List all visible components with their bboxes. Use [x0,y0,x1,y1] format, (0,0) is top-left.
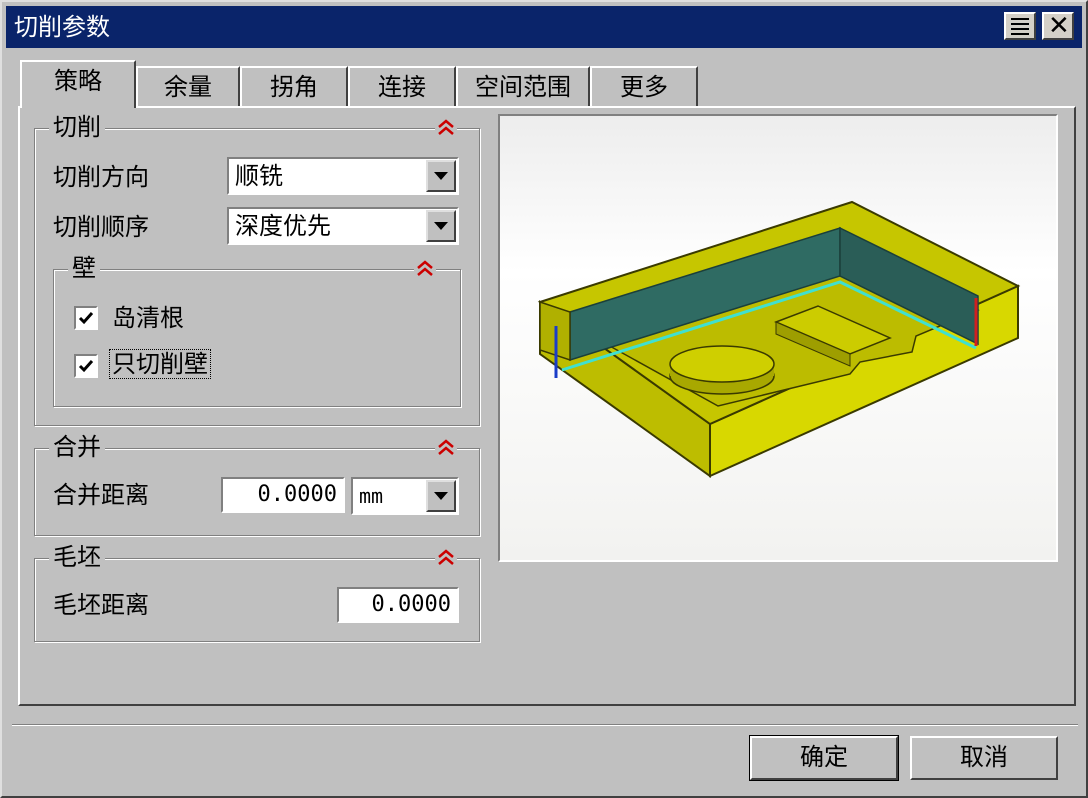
tab-label: 空间范围 [475,73,571,101]
menu-icon [1011,18,1029,38]
cancel-button[interactable]: 取消 [910,736,1058,780]
menu-button[interactable] [1004,12,1036,40]
dialog-window: 切削参数 ✕ 策略 余量 拐角 连接 空间范围 更多 切削 切削方向 顺铣 切削… [0,0,1088,798]
cut-order-select[interactable]: 深度优先 [227,207,459,245]
cut-direction-label: 切削方向 [53,163,149,191]
close-icon: ✕ [1048,11,1070,41]
window-title: 切削参数 [14,13,110,41]
wall-group-title: 壁 [68,253,100,283]
tab-connection[interactable]: 连接 [348,66,456,106]
cut-order-value: 深度优先 [235,212,331,240]
merge-distance-label: 合并距离 [53,481,149,509]
wall-group: 壁 岛清根 只切削壁 [53,253,461,407]
double-chevron-up-icon[interactable] [435,547,457,567]
tab-corner[interactable]: 拐角 [240,66,348,106]
merge-group: 合并 合并距离 0.0000 mm [34,432,480,536]
cut-direction-value: 顺铣 [235,162,283,190]
tab-label: 余量 [164,73,212,101]
title-bar[interactable]: 切削参数 ✕ [6,6,1082,48]
chevron-down-icon[interactable] [426,210,456,242]
tab-strategy[interactable]: 策略 [20,60,136,108]
cut-group: 切削 切削方向 顺铣 切削顺序 深度优先 壁 岛清根 只切削壁 [34,112,480,426]
tab-stock[interactable]: 余量 [136,66,240,106]
island-cleanup-checkbox[interactable] [74,306,98,330]
close-button[interactable]: ✕ [1042,12,1074,40]
blank-distance-label: 毛坯距离 [53,591,149,619]
separator [12,724,1078,726]
double-chevron-up-icon[interactable] [435,437,457,457]
tab-label: 连接 [378,73,426,101]
cut-walls-only-label[interactable]: 只切削壁 [109,349,211,379]
cut-order-label: 切削顺序 [53,213,149,241]
cut-walls-only-checkbox[interactable] [74,354,98,378]
ok-button[interactable]: 确定 [749,735,899,781]
part-preview-illustration [537,200,1021,478]
unit-select[interactable]: mm [351,477,459,515]
unit-value: mm [359,484,384,508]
tab-label: 拐角 [270,73,318,101]
tab-label: 策略 [54,67,102,95]
cut-direction-select[interactable]: 顺铣 [227,157,459,195]
blank-distance-input[interactable]: 0.0000 [337,587,459,623]
merge-distance-input[interactable]: 0.0000 [221,477,345,513]
tab-more[interactable]: 更多 [590,66,698,106]
island-cleanup-label[interactable]: 岛清根 [112,304,184,332]
checkmark-icon [78,312,94,325]
double-chevron-up-icon[interactable] [414,258,436,278]
tab-label: 更多 [620,73,668,101]
blank-group-title: 毛坯 [49,542,105,572]
tab-spatial-range[interactable]: 空间范围 [456,66,590,106]
cut-group-title: 切削 [49,112,105,142]
blank-group: 毛坯 毛坯距离 0.0000 [34,542,480,642]
double-chevron-up-icon[interactable] [435,117,457,137]
preview-image [498,114,1058,562]
chevron-down-icon[interactable] [426,160,456,192]
merge-group-title: 合并 [49,432,105,462]
chevron-down-icon[interactable] [426,480,456,512]
checkmark-icon [78,360,94,373]
